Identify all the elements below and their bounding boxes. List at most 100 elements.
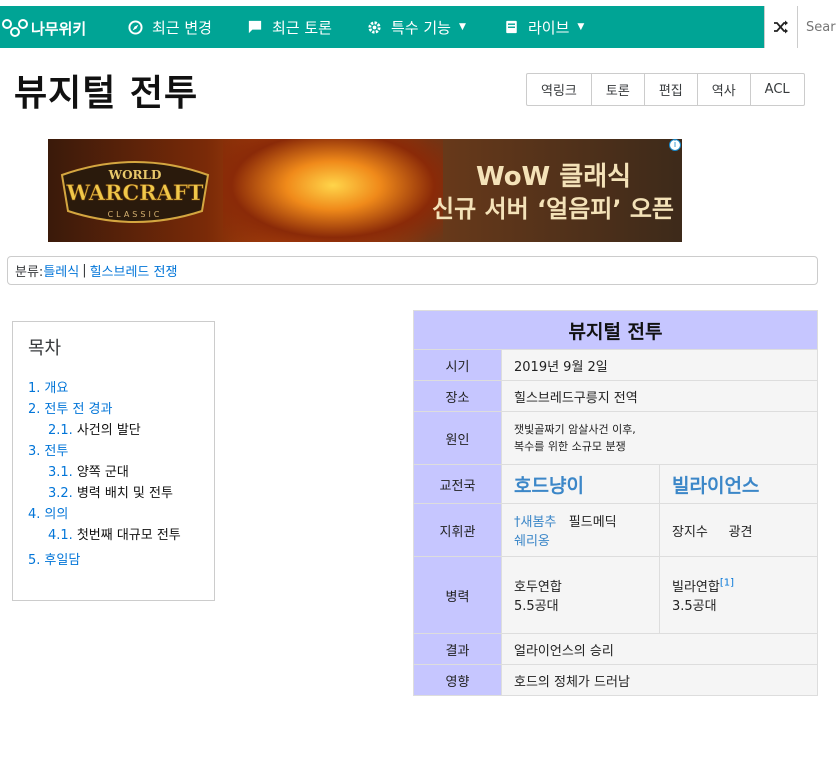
edit-button[interactable]: 편집 bbox=[645, 74, 698, 105]
infobox-key: 시기 bbox=[413, 349, 502, 381]
category-separator: | bbox=[82, 263, 87, 278]
category-link[interactable]: 틀레식 bbox=[43, 261, 79, 280]
ad-headline: WoW 클래식 bbox=[475, 162, 632, 192]
toc-text[interactable]: 의의 bbox=[44, 507, 68, 522]
backlinks-button[interactable]: 역링크 bbox=[527, 74, 592, 105]
toc-text[interactable]: 사건의 발단 bbox=[77, 423, 141, 438]
ad-banner[interactable]: WORLD WARCRAFT CLASSIC WoW 클래식 신규 서버 ‘얼음… bbox=[48, 139, 682, 242]
infobox-key: 영향 bbox=[413, 664, 502, 696]
infobox-value: 얼라이언스의 승리 bbox=[501, 633, 818, 665]
page-tools: 역링크 토론 편집 역사 ACL bbox=[526, 73, 805, 106]
infobox: 뷰지털 전투 시기 2019년 9월 2일 장소 힐스브레드구릉지 전역 원인 … bbox=[413, 310, 818, 696]
infobox-key: 교전국 bbox=[413, 464, 502, 504]
toc-text[interactable]: 양쪽 군대 bbox=[77, 465, 129, 480]
infobox-key: 원인 bbox=[413, 411, 502, 465]
toc-text[interactable]: 전투 bbox=[44, 444, 68, 459]
nav-recent-changes[interactable]: 최근 변경 bbox=[126, 6, 212, 48]
shuffle-icon bbox=[774, 20, 788, 34]
wow-classic-logo: WORLD WARCRAFT CLASSIC bbox=[60, 161, 210, 223]
toc-item[interactable]: 5. 후일담 bbox=[28, 550, 199, 571]
commander-name: 장지수 bbox=[672, 524, 708, 540]
cause-line: 잿빛골짜기 암살사건 이후, bbox=[514, 423, 636, 436]
infobox-value: 2019년 9월 2일 bbox=[501, 349, 818, 381]
search-area bbox=[764, 6, 836, 48]
random-page-button[interactable] bbox=[765, 6, 798, 48]
history-button[interactable]: 역사 bbox=[698, 74, 751, 105]
commander-name: 광견 bbox=[728, 524, 753, 540]
toc-title: 목차 bbox=[28, 338, 62, 359]
infobox-title: 뷰지털 전투 bbox=[413, 310, 818, 350]
horde-faction[interactable]: 호드냥이 bbox=[501, 464, 660, 504]
toc-item[interactable]: 3. 전투 bbox=[28, 441, 199, 462]
toc-item[interactable]: 1. 개요 bbox=[28, 378, 199, 399]
infobox-value: 호드의 정체가 드러남 bbox=[501, 664, 818, 696]
toc-item[interactable]: 2. 전투 전 경과 bbox=[28, 399, 199, 420]
ad-info-icon[interactable]: i bbox=[669, 139, 681, 151]
nav-special-functions[interactable]: 특수 기능 ▼ bbox=[365, 6, 466, 48]
chevron-down-icon: ▼ bbox=[577, 22, 585, 32]
ad-logo-text-bottom: CLASSIC bbox=[108, 210, 163, 219]
toc-number[interactable]: 4. bbox=[28, 507, 40, 522]
gear-icon bbox=[365, 20, 383, 35]
infobox-value: 힐스브레드구릉지 전역 bbox=[501, 380, 818, 412]
toc-number[interactable]: 4.1. bbox=[48, 528, 73, 543]
category-link[interactable]: 힐스브레드 전쟁 bbox=[90, 261, 178, 280]
toc-number[interactable]: 1. bbox=[28, 381, 40, 396]
strength-line: 빌라연합 bbox=[672, 580, 720, 595]
ad-logo-text-main: WARCRAFT bbox=[66, 180, 204, 205]
toc-number[interactable]: 2.1. bbox=[48, 423, 73, 438]
infobox-key: 지휘관 bbox=[413, 503, 502, 557]
comment-icon bbox=[246, 20, 264, 34]
toc-number[interactable]: 5. bbox=[28, 553, 40, 568]
logo-icon bbox=[2, 19, 28, 37]
compass-icon bbox=[126, 19, 144, 35]
strength-line: 5.5공대 bbox=[514, 599, 559, 614]
book-icon bbox=[502, 20, 520, 34]
commander-link[interactable]: †새봄추 bbox=[514, 515, 556, 530]
toc-text[interactable]: 개요 bbox=[44, 381, 68, 396]
site-logo[interactable]: 나무위키 bbox=[2, 15, 86, 41]
category-box: 분류: 틀레식 | 힐스브레드 전쟁 bbox=[7, 256, 818, 285]
table-of-contents: 목차 1. 개요 2. 전투 전 경과 2.1. 사건의 발단 3. 전투 3.1. 양쪽… bbox=[12, 321, 215, 601]
cause-line: 복수를 위한 소규모 분쟁 bbox=[514, 440, 626, 453]
top-navbar: 나무위키 최근 변경 최근 토론 특수 기능 ▼ 라이브 ▼ bbox=[0, 6, 836, 48]
nav-label: 최근 변경 bbox=[152, 18, 212, 37]
horde-strength: 호두연합 5.5공대 bbox=[501, 556, 660, 634]
strength-line: 호두연합 bbox=[514, 580, 562, 595]
toc-number[interactable]: 3. bbox=[28, 444, 40, 459]
logo-text: 나무위키 bbox=[31, 19, 87, 38]
horde-commanders: †새봄추 필드메딕 쉐리옹 bbox=[501, 503, 660, 557]
toc-item[interactable]: 3.2. 병력 배치 및 전투 bbox=[28, 483, 199, 504]
alliance-commanders: 장지수 광견 bbox=[659, 503, 818, 557]
footnote-link[interactable]: [1] bbox=[720, 578, 734, 589]
search-input[interactable] bbox=[798, 6, 836, 48]
toc-text[interactable]: 첫번째 대규모 전투 bbox=[77, 528, 181, 543]
nav-live[interactable]: 라이브 ▼ bbox=[502, 6, 584, 48]
toc-text[interactable]: 전투 전 경과 bbox=[44, 402, 112, 417]
infobox-key: 결과 bbox=[413, 633, 502, 665]
acl-button[interactable]: ACL bbox=[751, 74, 804, 105]
toc-text[interactable]: 병력 배치 및 전투 bbox=[77, 486, 173, 501]
toc-text[interactable]: 후일담 bbox=[44, 553, 80, 568]
chevron-down-icon: ▼ bbox=[458, 22, 466, 32]
infobox-key: 병력 bbox=[413, 556, 502, 634]
commander-name: 필드메딕 bbox=[568, 515, 617, 530]
ad-subheadline: 신규 서버 ‘얼음피’ 오픈 bbox=[431, 195, 675, 223]
toc-number[interactable]: 3.2. bbox=[48, 486, 73, 501]
category-label: 분류: bbox=[15, 265, 44, 280]
alliance-faction[interactable]: 빌라이언스 bbox=[659, 464, 818, 504]
toc-item[interactable]: 2.1. 사건의 발단 bbox=[28, 420, 199, 441]
toc-item[interactable]: 4.1. 첫번째 대규모 전투 bbox=[28, 525, 199, 546]
toc-number[interactable]: 3.1. bbox=[48, 465, 73, 480]
infobox-value: 잿빛골짜기 암살사건 이후, 복수를 위한 소규모 분쟁 bbox=[501, 411, 818, 465]
toc-item[interactable]: 3.1. 양쪽 군대 bbox=[28, 462, 199, 483]
toc-number[interactable]: 2. bbox=[28, 402, 40, 417]
page-title: 뷰지털 전투 bbox=[14, 73, 199, 114]
nav-label: 최근 토론 bbox=[272, 18, 332, 37]
ad-artwork bbox=[223, 139, 443, 242]
nav-recent-discussions[interactable]: 최근 토론 bbox=[246, 6, 332, 48]
toc-item[interactable]: 4. 의의 bbox=[28, 504, 199, 525]
discussion-button[interactable]: 토론 bbox=[592, 74, 645, 105]
nav-label: 라이브 bbox=[528, 18, 570, 37]
commander-link[interactable]: 쉐리옹 bbox=[514, 530, 647, 549]
